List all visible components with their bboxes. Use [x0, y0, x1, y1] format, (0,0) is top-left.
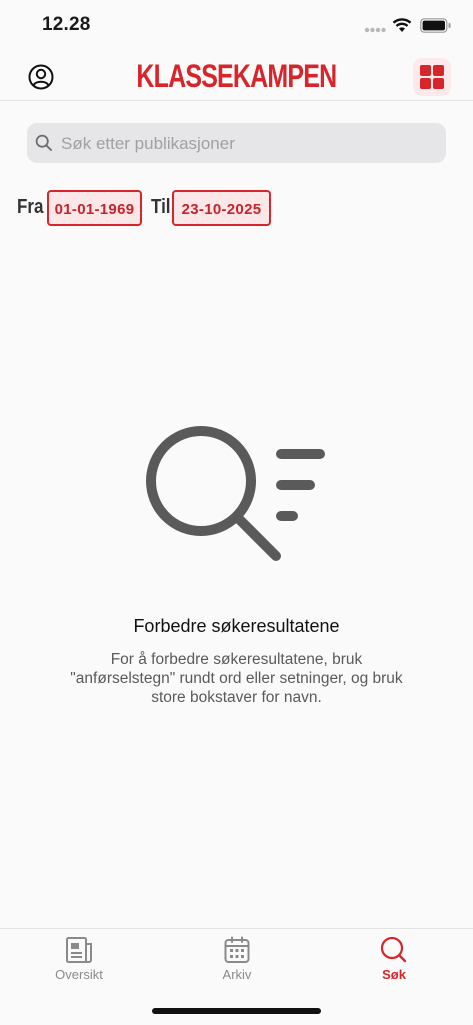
search-input[interactable]: [59, 130, 433, 158]
profile-icon[interactable]: [27, 63, 55, 91]
wifi-icon: [392, 18, 412, 32]
from-date-button[interactable]: 01-01-1969: [47, 190, 142, 226]
search-icon: [35, 134, 52, 151]
tab-sok[interactable]: Søk: [334, 935, 454, 995]
search-icon: [380, 936, 407, 963]
search-filter-icon: [146, 426, 325, 561]
status-time: 12.28: [42, 14, 91, 35]
signal-dots-icon: [364, 27, 386, 33]
tab-label: Arkiv: [222, 967, 252, 982]
calendar-icon: [224, 936, 250, 963]
search-bar[interactable]: [27, 123, 446, 163]
status-bar: 12.28: [0, 0, 473, 50]
tab-oversikt[interactable]: Oversikt: [19, 935, 139, 995]
newspaper-icon: [66, 937, 92, 963]
to-date-button[interactable]: 23-10-2025: [172, 190, 271, 226]
brand-logo: KLASSEKAMPEN: [136, 58, 337, 94]
tab-label: Oversikt: [55, 967, 103, 982]
home-indicator: [152, 1008, 321, 1014]
empty-state-text: For å forbedre søkeresultatene, bruk "an…: [70, 651, 403, 706]
grid-menu-button[interactable]: [413, 58, 451, 96]
empty-state-title: Forbedre søkeresultatene: [133, 616, 340, 636]
tab-label: Søk: [382, 967, 406, 982]
tab-arkiv[interactable]: Arkiv: [177, 935, 297, 995]
battery-icon: [420, 18, 451, 33]
to-label: Til: [151, 196, 171, 218]
app-header: KLASSEKAMPEN: [0, 50, 473, 101]
from-label: Fra: [17, 196, 44, 218]
